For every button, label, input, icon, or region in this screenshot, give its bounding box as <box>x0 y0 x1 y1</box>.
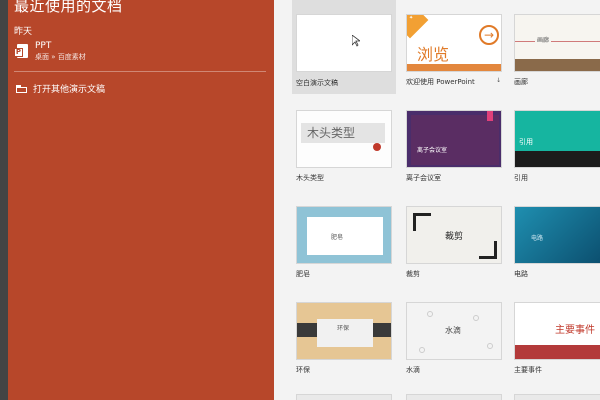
template-caption: 离子会议室 <box>406 174 441 182</box>
recent-document-name: PPT <box>35 41 52 51</box>
open-other-label: 打开其他演示文稿 <box>33 85 106 95</box>
template-thumb-quote: 引用 <box>514 110 600 168</box>
thumb-text: 画廊 <box>535 35 552 44</box>
thumb-text: 环保 <box>337 325 350 332</box>
template-caption: 水滴 <box>406 366 420 374</box>
template-tile-main-event[interactable]: 主要事件 主要事件 <box>514 302 600 376</box>
template-tile-blank[interactable]: 空白演示文稿 <box>292 0 396 94</box>
sidebar-divider <box>14 71 266 72</box>
thumb-text: 肥皂 <box>331 234 344 241</box>
mouse-pointer-icon <box>352 35 360 47</box>
template-tile-partial[interactable] <box>296 394 392 400</box>
open-other-presentations-link[interactable]: 打开其他演示文稿 <box>16 82 105 95</box>
template-tile-retrospect[interactable]: 肥皂 肥皂 <box>296 206 392 280</box>
folder-open-icon <box>16 84 27 93</box>
template-caption: 电路 <box>514 270 528 278</box>
template-caption: 主要事件 <box>514 366 542 374</box>
thumb-text: 主要事件 <box>555 325 595 336</box>
template-caption: 肥皂 <box>296 270 310 278</box>
template-tile-crop[interactable]: 裁剪 裁剪 <box>406 206 502 280</box>
template-tile-gesture[interactable]: 环保 环保 <box>296 302 392 376</box>
ppt-file-icon: P <box>14 44 28 60</box>
template-thumb-welcome: ✦ 浏览 → <box>406 14 502 72</box>
template-thumb-circuit: 电路 <box>514 206 600 264</box>
arrow-right-icon: → <box>479 25 499 45</box>
template-thumb-retrospect: 肥皂 <box>296 206 392 264</box>
ribbon-star-icon: ✦ <box>409 15 414 21</box>
sidebar-title: 最近使用的文档 <box>14 0 123 15</box>
template-caption: 引用 <box>514 174 528 182</box>
template-caption: 欢迎使用 PowerPoint <box>406 78 475 86</box>
thumb-text: 引用 <box>519 138 533 146</box>
template-caption: 木头类型 <box>296 174 324 182</box>
recent-document-item[interactable]: P PPT 桌面 » 百度素材 <box>14 41 254 65</box>
template-tile-ion-boardroom[interactable]: 离子会议室 离子会议室 <box>406 110 502 184</box>
template-tile-gallery[interactable]: 画廊 画廊 <box>514 14 600 88</box>
thumb-text: 水滴 <box>445 326 461 335</box>
section-label-yesterday: 昨天 <box>14 27 33 37</box>
thumb-text: 木头类型 <box>307 126 356 140</box>
template-caption: 空白演示文稿 <box>296 79 338 87</box>
template-thumb-gallery: 画廊 <box>514 14 600 72</box>
template-tile-partial[interactable] <box>514 394 600 400</box>
thumb-text: 电路 <box>531 235 544 242</box>
template-caption: 环保 <box>296 366 310 374</box>
download-icon: ↓ <box>496 77 502 84</box>
template-thumb-main-event: 主要事件 <box>514 302 600 360</box>
recent-document-path: 桌面 » 百度素材 <box>35 53 86 61</box>
template-thumb-gesture: 环保 <box>296 302 392 360</box>
template-tile-welcome[interactable]: ✦ 浏览 → 欢迎使用 PowerPoint ↓ <box>406 14 502 88</box>
template-caption: 裁剪 <box>406 270 420 278</box>
thumb-text: 裁剪 <box>445 232 464 242</box>
window-edge-strip <box>0 0 8 400</box>
template-tile-wood-type[interactable]: 木头类型 木头类型 <box>296 110 392 184</box>
template-tile-partial[interactable] <box>406 394 502 400</box>
template-caption: 画廊 <box>514 78 528 86</box>
template-gallery: 空白演示文稿 ✦ 浏览 → 欢迎使用 PowerPoint ↓ 画廊 画廊 木头… <box>274 0 600 400</box>
template-tile-droplet[interactable]: 水滴 水滴 <box>406 302 502 376</box>
template-thumb-droplet: 水滴 <box>406 302 502 360</box>
thumb-text: 离子会议室 <box>417 147 448 154</box>
template-thumb-blank <box>296 14 392 72</box>
thumb-text: 浏览 <box>417 45 450 64</box>
template-tile-quote[interactable]: 引用 引用 <box>514 110 600 184</box>
template-thumb-wood-type: 木头类型 <box>296 110 392 168</box>
recent-documents-sidebar: 最近使用的文档 昨天 P PPT 桌面 » 百度素材 打开其他演示文稿 <box>8 0 274 400</box>
template-tile-circuit[interactable]: 电路 电路 <box>514 206 600 280</box>
template-thumb-ion-boardroom: 离子会议室 <box>406 110 502 168</box>
template-thumb-crop: 裁剪 <box>406 206 502 264</box>
